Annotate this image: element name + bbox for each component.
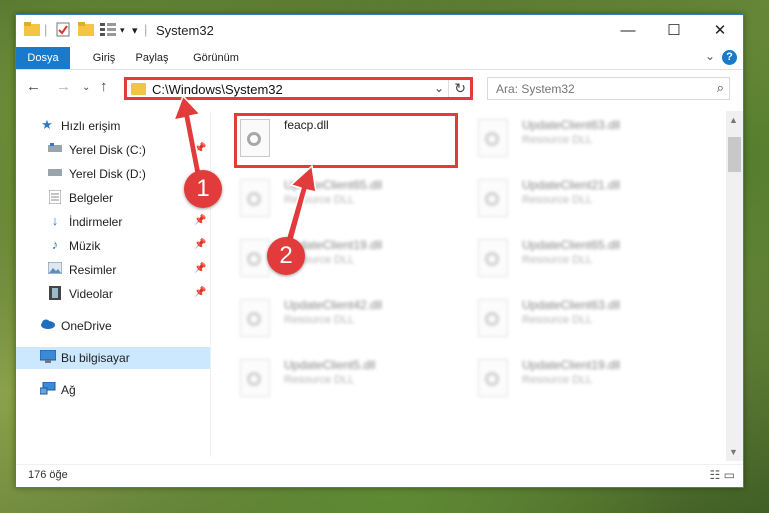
annotation-badge-2: 2 bbox=[267, 237, 305, 275]
annotation-arrow-2 bbox=[284, 164, 317, 246]
annotation-badge-1: 1 bbox=[184, 170, 222, 208]
annotation-arrows bbox=[172, 94, 317, 246]
annotation-arrow-1 bbox=[172, 94, 203, 181]
